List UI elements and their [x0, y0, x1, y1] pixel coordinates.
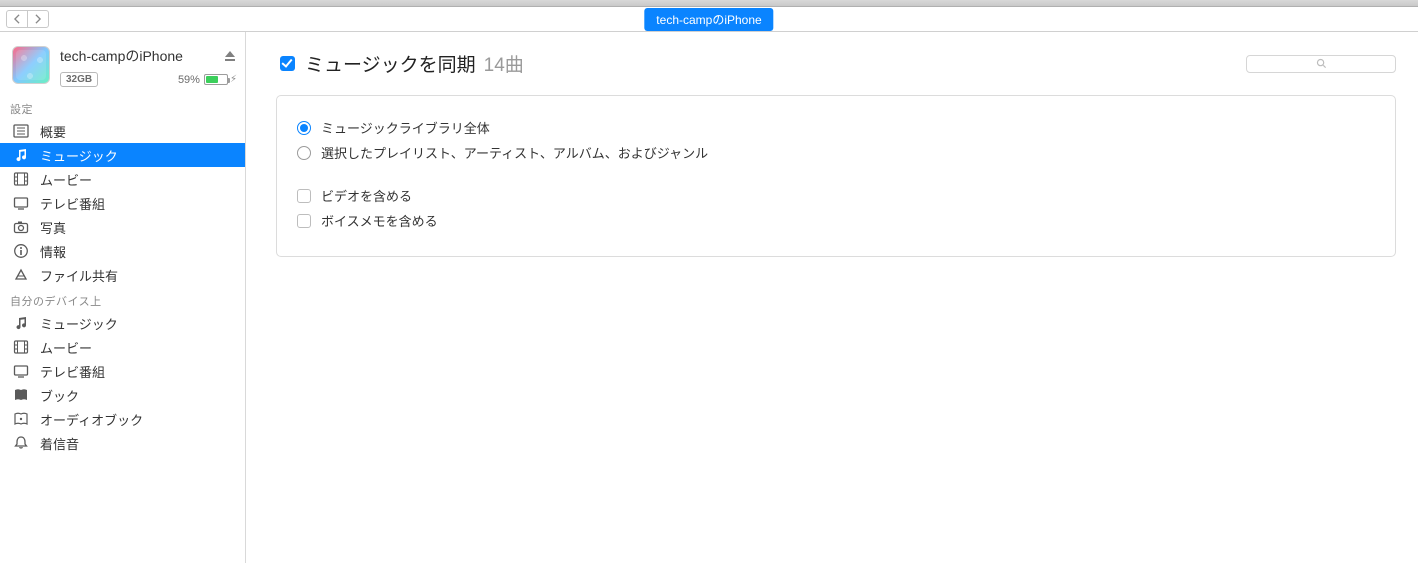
camera-icon	[12, 219, 30, 235]
device-thumbnail-icon	[12, 46, 50, 84]
sidebar-item-files[interactable]: ファイル共有	[0, 263, 245, 287]
sync-options-box: ミュージックライブラリ全体 選択したプレイリスト、アーティスト、アルバム、および…	[276, 95, 1396, 257]
checkbox-include-voice[interactable]	[297, 214, 311, 228]
film-icon	[12, 339, 30, 355]
sidebar-item-music[interactable]: ミュージック	[0, 143, 245, 167]
film-icon	[12, 171, 30, 187]
radio-selected-row[interactable]: 選択したプレイリスト、アーティスト、アルバム、およびジャンル	[297, 143, 1375, 162]
main-content: ミュージックを同期 14曲 ミュージックライブラリ全体 選択したプレイリスト、ア…	[246, 32, 1418, 563]
sidebar-item-label: 着信音	[40, 434, 79, 453]
sidebar-item-label: テレビ番組	[40, 194, 105, 213]
sidebar-item-label: ミュージック	[40, 146, 118, 165]
sidebar-item-label: テレビ番組	[40, 362, 105, 381]
battery-icon	[204, 74, 228, 85]
sidebar-item-tv[interactable]: テレビ番組	[0, 191, 245, 215]
sidebar-item-music2[interactable]: ミュージック	[0, 311, 245, 335]
apps-icon	[12, 267, 30, 283]
sidebar-item-movies[interactable]: ムービー	[0, 167, 245, 191]
nav-forward-button[interactable]	[27, 10, 49, 28]
music-icon	[12, 315, 30, 331]
summary-icon	[12, 123, 30, 139]
sync-header: ミュージックを同期 14曲	[280, 50, 1396, 77]
book-icon	[12, 387, 30, 403]
radio-selected[interactable]	[297, 146, 311, 160]
sync-music-title: ミュージックを同期	[305, 50, 476, 77]
battery-percent: 59%	[178, 74, 200, 86]
checkbox-include-voice-label: ボイスメモを含める	[321, 211, 438, 230]
sidebar-item-label: ミュージック	[40, 314, 118, 333]
music-icon	[12, 147, 30, 163]
sidebar-item-label: 概要	[40, 122, 66, 141]
radio-selected-label: 選択したプレイリスト、アーティスト、アルバム、およびジャンル	[321, 143, 708, 162]
tv-icon	[12, 363, 30, 379]
audiobook-icon	[12, 411, 30, 427]
radio-entire-library-row[interactable]: ミュージックライブラリ全体	[297, 118, 1375, 137]
radio-entire-library-label: ミュージックライブラリ全体	[321, 118, 490, 137]
search-input[interactable]	[1246, 55, 1396, 73]
sidebar-item-audiob[interactable]: オーディオブック	[0, 407, 245, 431]
device-title-pill[interactable]: tech-campのiPhone	[644, 8, 773, 31]
checkbox-include-videos[interactable]	[297, 189, 311, 203]
sidebar-item-tones[interactable]: 着信音	[0, 431, 245, 455]
sync-music-count: 14曲	[484, 50, 524, 77]
device-header: tech-campのiPhone 32GB 59% ⚡︎	[0, 32, 245, 95]
eject-icon[interactable]	[223, 49, 237, 63]
checkbox-include-videos-label: ビデオを含める	[321, 186, 412, 205]
storage-badge: 32GB	[60, 72, 98, 87]
sidebar-item-label: ファイル共有	[40, 266, 118, 285]
info-icon	[12, 243, 30, 259]
sidebar-item-label: ムービー	[40, 338, 92, 357]
sidebar-item-tv2[interactable]: テレビ番組	[0, 359, 245, 383]
checkbox-include-videos-row[interactable]: ビデオを含める	[297, 186, 1375, 205]
nav-back-button[interactable]	[6, 10, 28, 28]
sidebar-item-label: ムービー	[40, 170, 92, 189]
sidebar-item-label: 情報	[40, 242, 66, 261]
sidebar-item-label: ブック	[40, 386, 79, 405]
charging-icon: ⚡︎	[230, 74, 237, 85]
title-bar	[0, 0, 1418, 7]
sidebar-item-info[interactable]: 情報	[0, 239, 245, 263]
bell-icon	[12, 435, 30, 451]
sidebar-item-label: 写真	[40, 218, 66, 237]
device-name: tech-campのiPhone	[60, 46, 183, 66]
sidebar-item-photos[interactable]: 写真	[0, 215, 245, 239]
sync-music-checkbox[interactable]	[280, 56, 295, 71]
sidebar-item-books[interactable]: ブック	[0, 383, 245, 407]
sidebar-item-label: オーディオブック	[40, 410, 143, 429]
sidebar: tech-campのiPhone 32GB 59% ⚡︎ 設定 概要ミュージック…	[0, 32, 246, 563]
tv-icon	[12, 195, 30, 211]
sidebar-section-settings: 設定	[0, 95, 245, 119]
sidebar-item-movies2[interactable]: ムービー	[0, 335, 245, 359]
search-icon	[1316, 58, 1327, 69]
toolbar: tech-campのiPhone	[0, 7, 1418, 32]
radio-entire-library[interactable]	[297, 121, 311, 135]
sidebar-item-summary[interactable]: 概要	[0, 119, 245, 143]
checkbox-include-voice-row[interactable]: ボイスメモを含める	[297, 211, 1375, 230]
sidebar-section-ondevice: 自分のデバイス上	[0, 287, 245, 311]
